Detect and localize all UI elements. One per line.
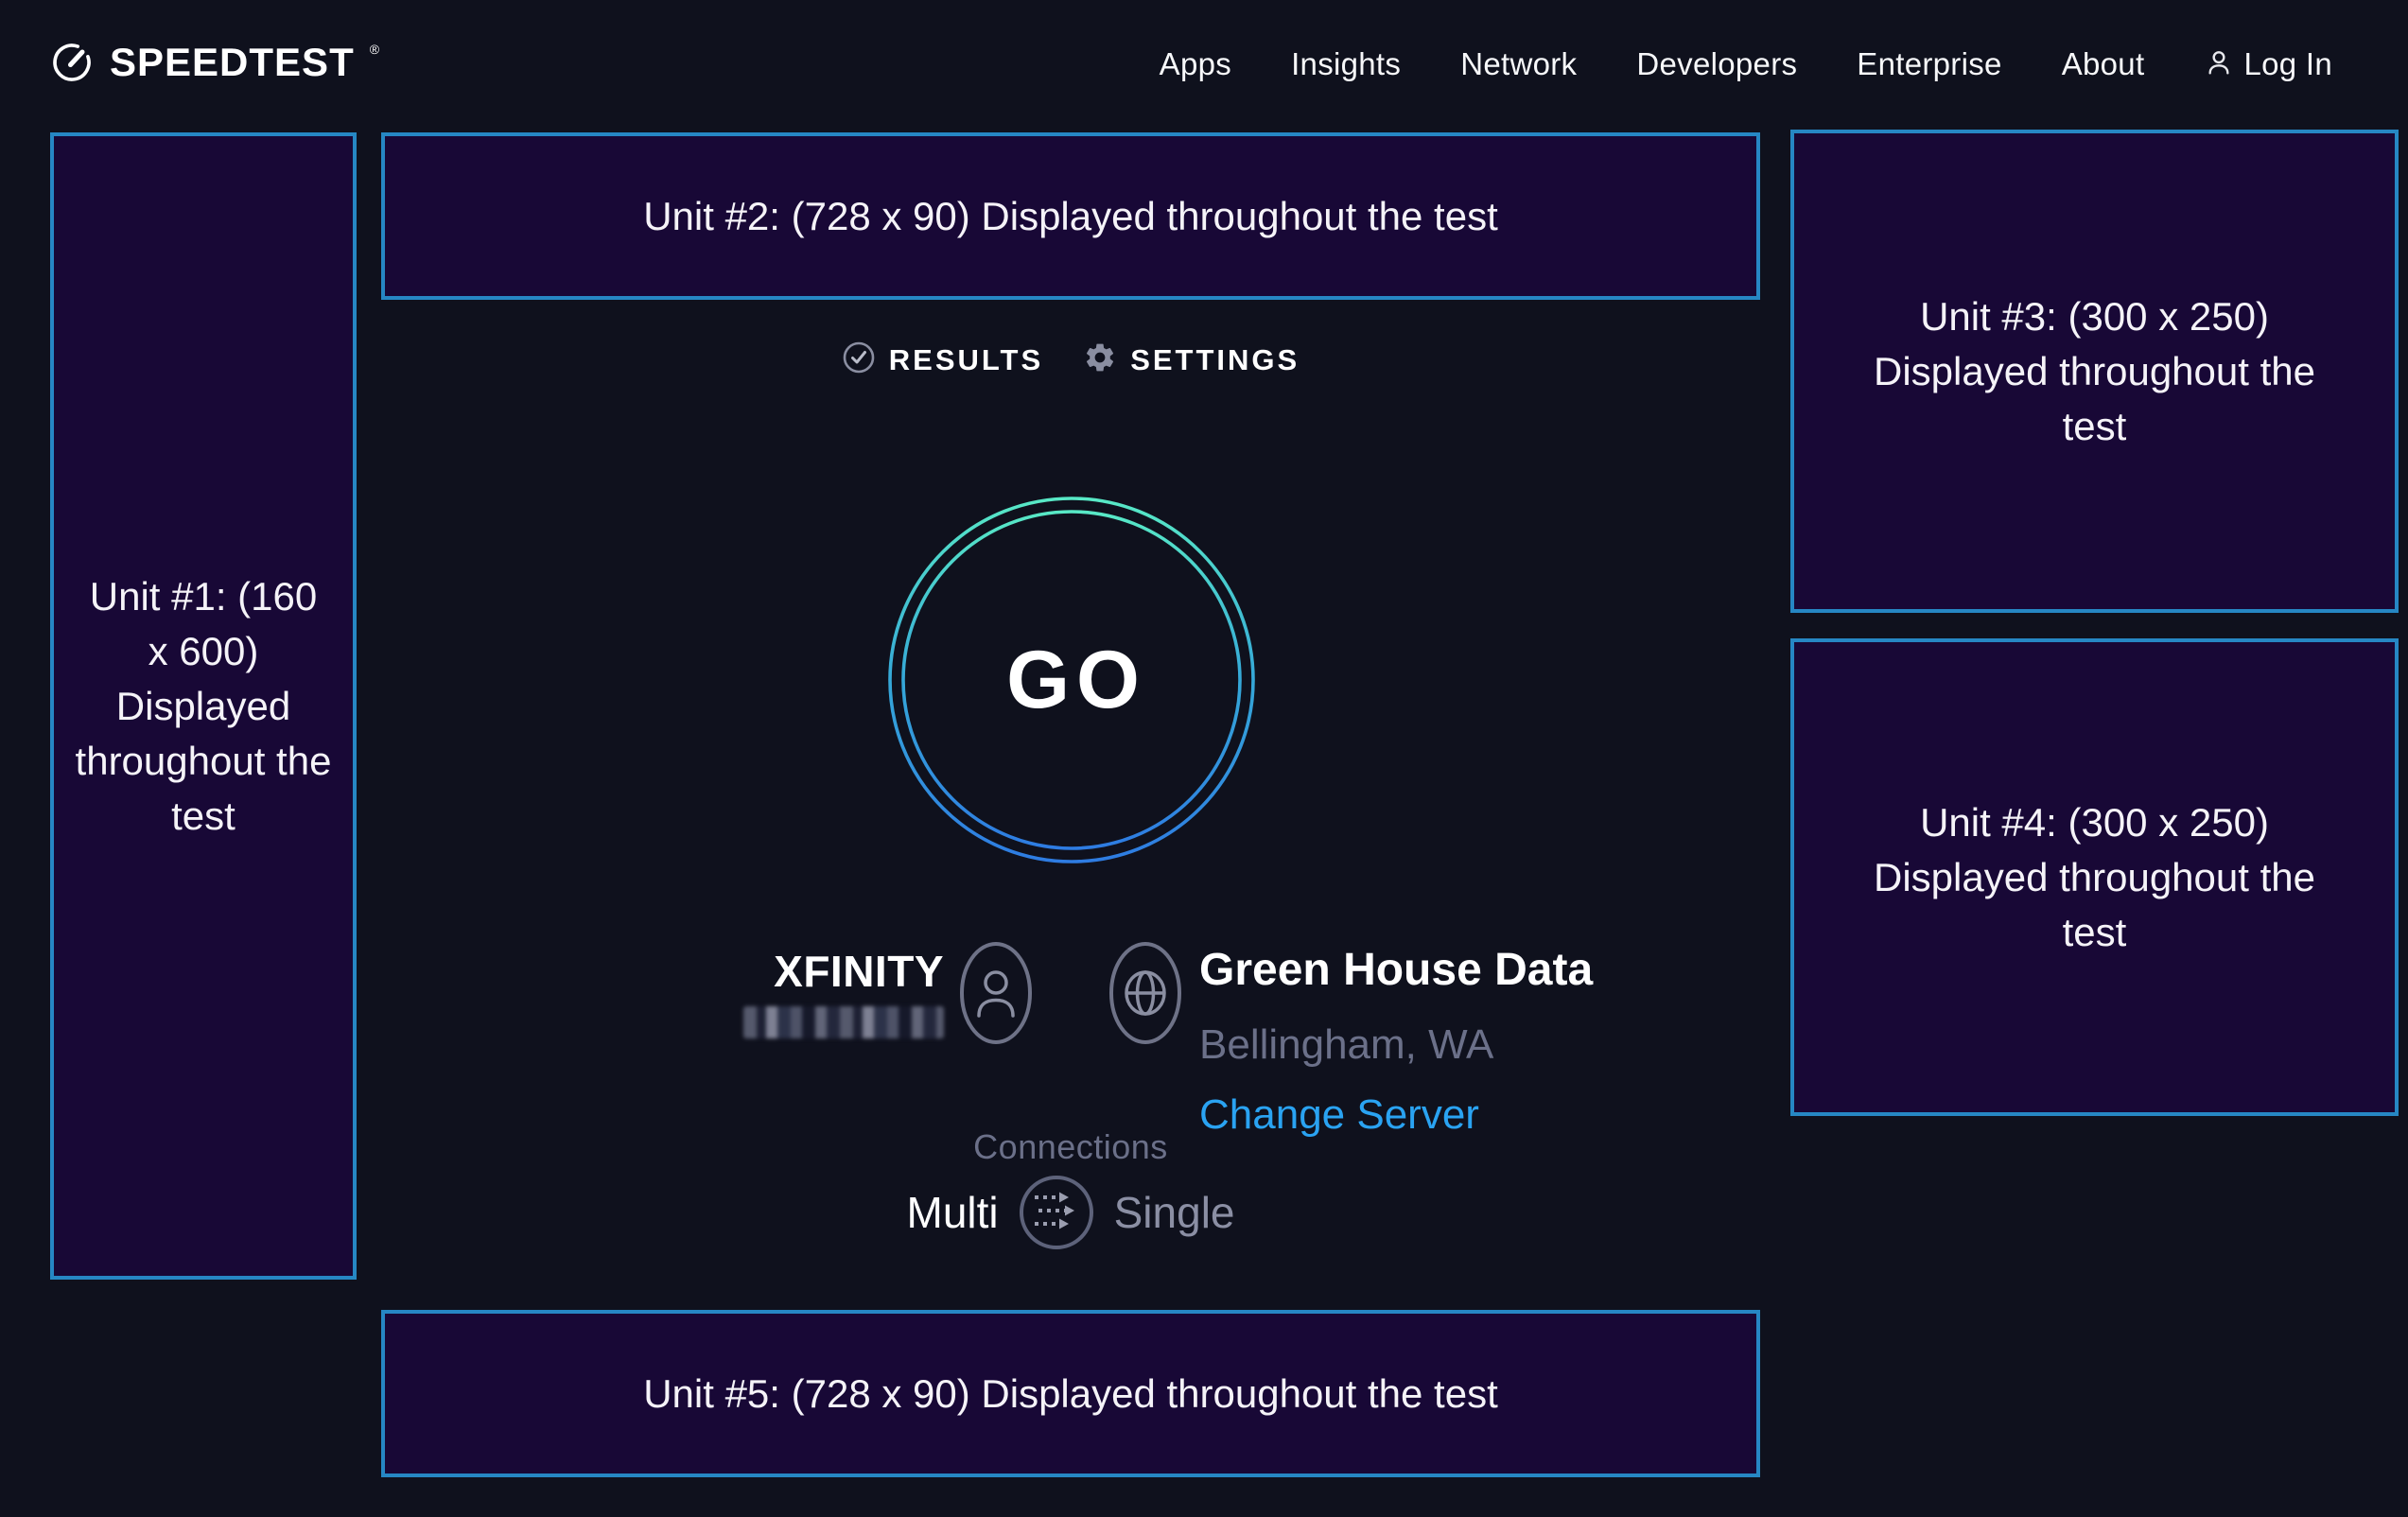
server-name: Green House Data [1199, 944, 1593, 997]
ad-unit-3-label: Unit #3: (300 x 250) Displayed throughou… [1863, 289, 2327, 454]
nav-item-apps[interactable]: Apps [1160, 46, 1231, 82]
tab-settings-label: SETTINGS [1130, 343, 1300, 377]
ad-unit-2-label: Unit #2: (728 x 90) Displayed throughout… [643, 189, 1498, 244]
speedtest-logo[interactable]: SPEEDTEST ® [49, 40, 379, 90]
ad-unit-2-top-banner[interactable]: Unit #2: (728 x 90) Displayed throughout… [381, 132, 1760, 300]
tab-settings[interactable]: SETTINGS [1083, 340, 1300, 379]
ip-address-redacted [743, 1006, 944, 1038]
connections-multi-label[interactable]: Multi [907, 1187, 999, 1238]
tab-results-label: RESULTS [889, 343, 1043, 377]
globe-circle-icon [1107, 940, 1184, 1046]
connections-row: Multi Single [381, 1176, 1760, 1249]
nav-item-enterprise[interactable]: Enterprise [1857, 46, 2001, 82]
connections-toggle[interactable] [1020, 1176, 1093, 1249]
go-button[interactable]: GO [887, 496, 1256, 864]
isp-info: XFINITY [743, 946, 944, 1038]
speedtest-page: SPEEDTEST ® Apps Insights Network Develo… [0, 0, 2408, 1517]
isp-name[interactable]: XFINITY [774, 946, 944, 997]
login-label: Log In [2243, 46, 2332, 82]
results-settings-tabs: RESULTS SETTINGS [381, 340, 1760, 379]
ad-unit-3-rectangle[interactable]: Unit #3: (300 x 250) Displayed throughou… [1790, 130, 2399, 613]
gear-icon [1083, 340, 1117, 379]
ad-unit-1-label: Unit #1: (160 x 600) Displayed throughou… [75, 569, 332, 844]
go-button-label: GO [887, 496, 1256, 864]
nav-item-developers[interactable]: Developers [1636, 46, 1797, 82]
logo-trademark: ® [370, 42, 379, 57]
tab-results[interactable]: RESULTS [842, 340, 1043, 379]
nav-item-insights[interactable]: Insights [1291, 46, 1401, 82]
person-icon [2204, 47, 2234, 82]
nav-item-about[interactable]: About [2062, 46, 2145, 82]
ad-unit-4-rectangle[interactable]: Unit #4: (300 x 250) Displayed throughou… [1790, 638, 2399, 1116]
server-location: Bellingham, WA [1199, 1021, 1593, 1069]
login-button[interactable]: Log In [2204, 46, 2332, 82]
multi-arrows-icon [1027, 1181, 1086, 1245]
ad-unit-4-label: Unit #4: (300 x 250) Displayed throughou… [1863, 795, 2327, 960]
ad-unit-5-label: Unit #5: (728 x 90) Displayed throughout… [643, 1367, 1498, 1421]
header: SPEEDTEST ® Apps Insights Network Develo… [0, 0, 2408, 129]
main-nav: Apps Insights Network Developers Enterpr… [1160, 46, 2332, 82]
speedtest-gauge-icon [49, 40, 95, 90]
ad-unit-5-bottom-banner[interactable]: Unit #5: (728 x 90) Displayed throughout… [381, 1310, 1760, 1477]
connections-title: Connections [381, 1127, 1760, 1167]
nav-item-network[interactable]: Network [1460, 46, 1577, 82]
check-circle-icon [842, 340, 876, 379]
logo-text: SPEEDTEST [110, 40, 355, 85]
person-circle-icon [957, 940, 1035, 1046]
server-info: Green House Data Bellingham, WA Change S… [1199, 944, 1593, 1139]
connections-single-label[interactable]: Single [1114, 1187, 1235, 1238]
ad-unit-1-skyscraper[interactable]: Unit #1: (160 x 600) Displayed throughou… [50, 132, 357, 1280]
